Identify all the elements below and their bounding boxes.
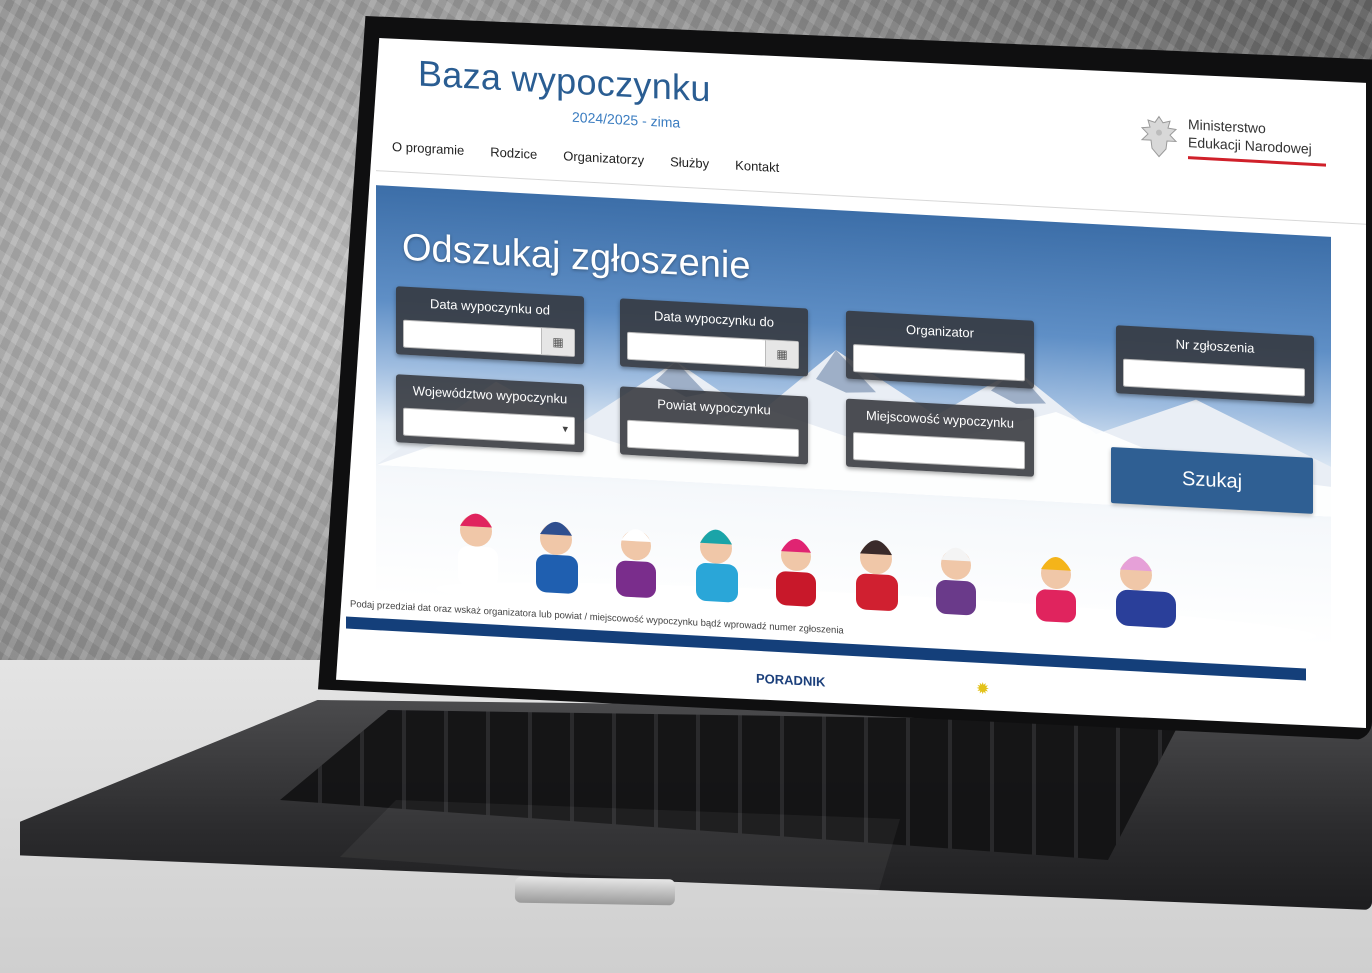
eagle-emblem-icon	[1140, 115, 1178, 158]
nav-item-o-programie[interactable]: O programie	[392, 139, 464, 158]
county-label: Powiat wypoczynku	[657, 396, 771, 418]
nav-item-organizatorzy[interactable]: Organizatorzy	[563, 148, 644, 167]
search-title: Odszukaj zgłoszenie	[402, 226, 751, 288]
nav-item-sluzby[interactable]: Służby	[670, 154, 709, 171]
date-to-field: Data wypoczynku do ▦	[620, 298, 808, 377]
calendar-icon[interactable]: ▦	[765, 340, 798, 369]
search-hero: Odszukaj zgłoszenie Data wypoczynku od ▦…	[376, 185, 1331, 647]
browser-viewport: Baza wypoczynku 2024/2025 - zima Ministe…	[336, 38, 1366, 728]
application-number-field: Nr zgłoszenia	[1116, 325, 1314, 404]
date-from-input[interactable]: ▦	[403, 319, 575, 357]
web-page: Baza wypoczynku 2024/2025 - zima Ministe…	[336, 38, 1366, 728]
laptop-hinge-notch	[514, 876, 676, 906]
ministry-name-line2: Edukacji Narodowej	[1188, 134, 1312, 157]
county-field: Powiat wypoczynku	[620, 386, 808, 465]
voivodeship-select[interactable]: ▾	[403, 407, 575, 445]
county-input[interactable]	[627, 419, 799, 458]
chevron-down-icon: ▾	[562, 423, 568, 436]
ministry-name-line1: Ministerstwo	[1188, 116, 1266, 137]
nav-item-rodzice[interactable]: Rodzice	[490, 144, 537, 162]
voivodeship-label: Województwo wypoczynku	[412, 383, 568, 407]
search-button[interactable]: Szukaj	[1111, 446, 1313, 514]
ministry-red-bar	[1188, 156, 1326, 167]
children-in-snow-photo	[436, 513, 1316, 643]
town-field: Miejscowość wypoczynku	[846, 398, 1034, 477]
ministry-logo[interactable]: Ministerstwo Edukacji Narodowej	[1136, 111, 1336, 182]
organizer-label: Organizator	[906, 321, 974, 341]
calendar-icon[interactable]: ▦	[541, 328, 574, 356]
town-input[interactable]	[853, 431, 1025, 470]
date-from-field: Data wypoczynku od ▦	[396, 286, 584, 365]
date-to-label: Data wypoczynku do	[654, 308, 774, 330]
application-number-input[interactable]	[1123, 358, 1305, 397]
main-nav: O programie Rodzice Organizatorzy Służby…	[392, 139, 779, 175]
date-to-input[interactable]: ▦	[627, 331, 799, 370]
nav-item-kontakt[interactable]: Kontakt	[735, 158, 779, 175]
star-icon: ✹	[976, 680, 990, 699]
organizer-field: Organizator	[846, 310, 1034, 389]
town-label: Miejscowość wypoczynku	[865, 407, 1015, 431]
site-title[interactable]: Baza wypoczynku	[418, 52, 711, 110]
date-from-label: Data wypoczynku od	[430, 296, 550, 318]
application-number-label: Nr zgłoszenia	[1175, 336, 1255, 356]
organizer-input[interactable]	[853, 343, 1025, 382]
poradnik-banner[interactable]: PORADNIK	[756, 671, 825, 690]
voivodeship-field: Województwo wypoczynku ▾	[396, 374, 584, 453]
site-season: 2024/2025 - zima	[572, 108, 681, 131]
